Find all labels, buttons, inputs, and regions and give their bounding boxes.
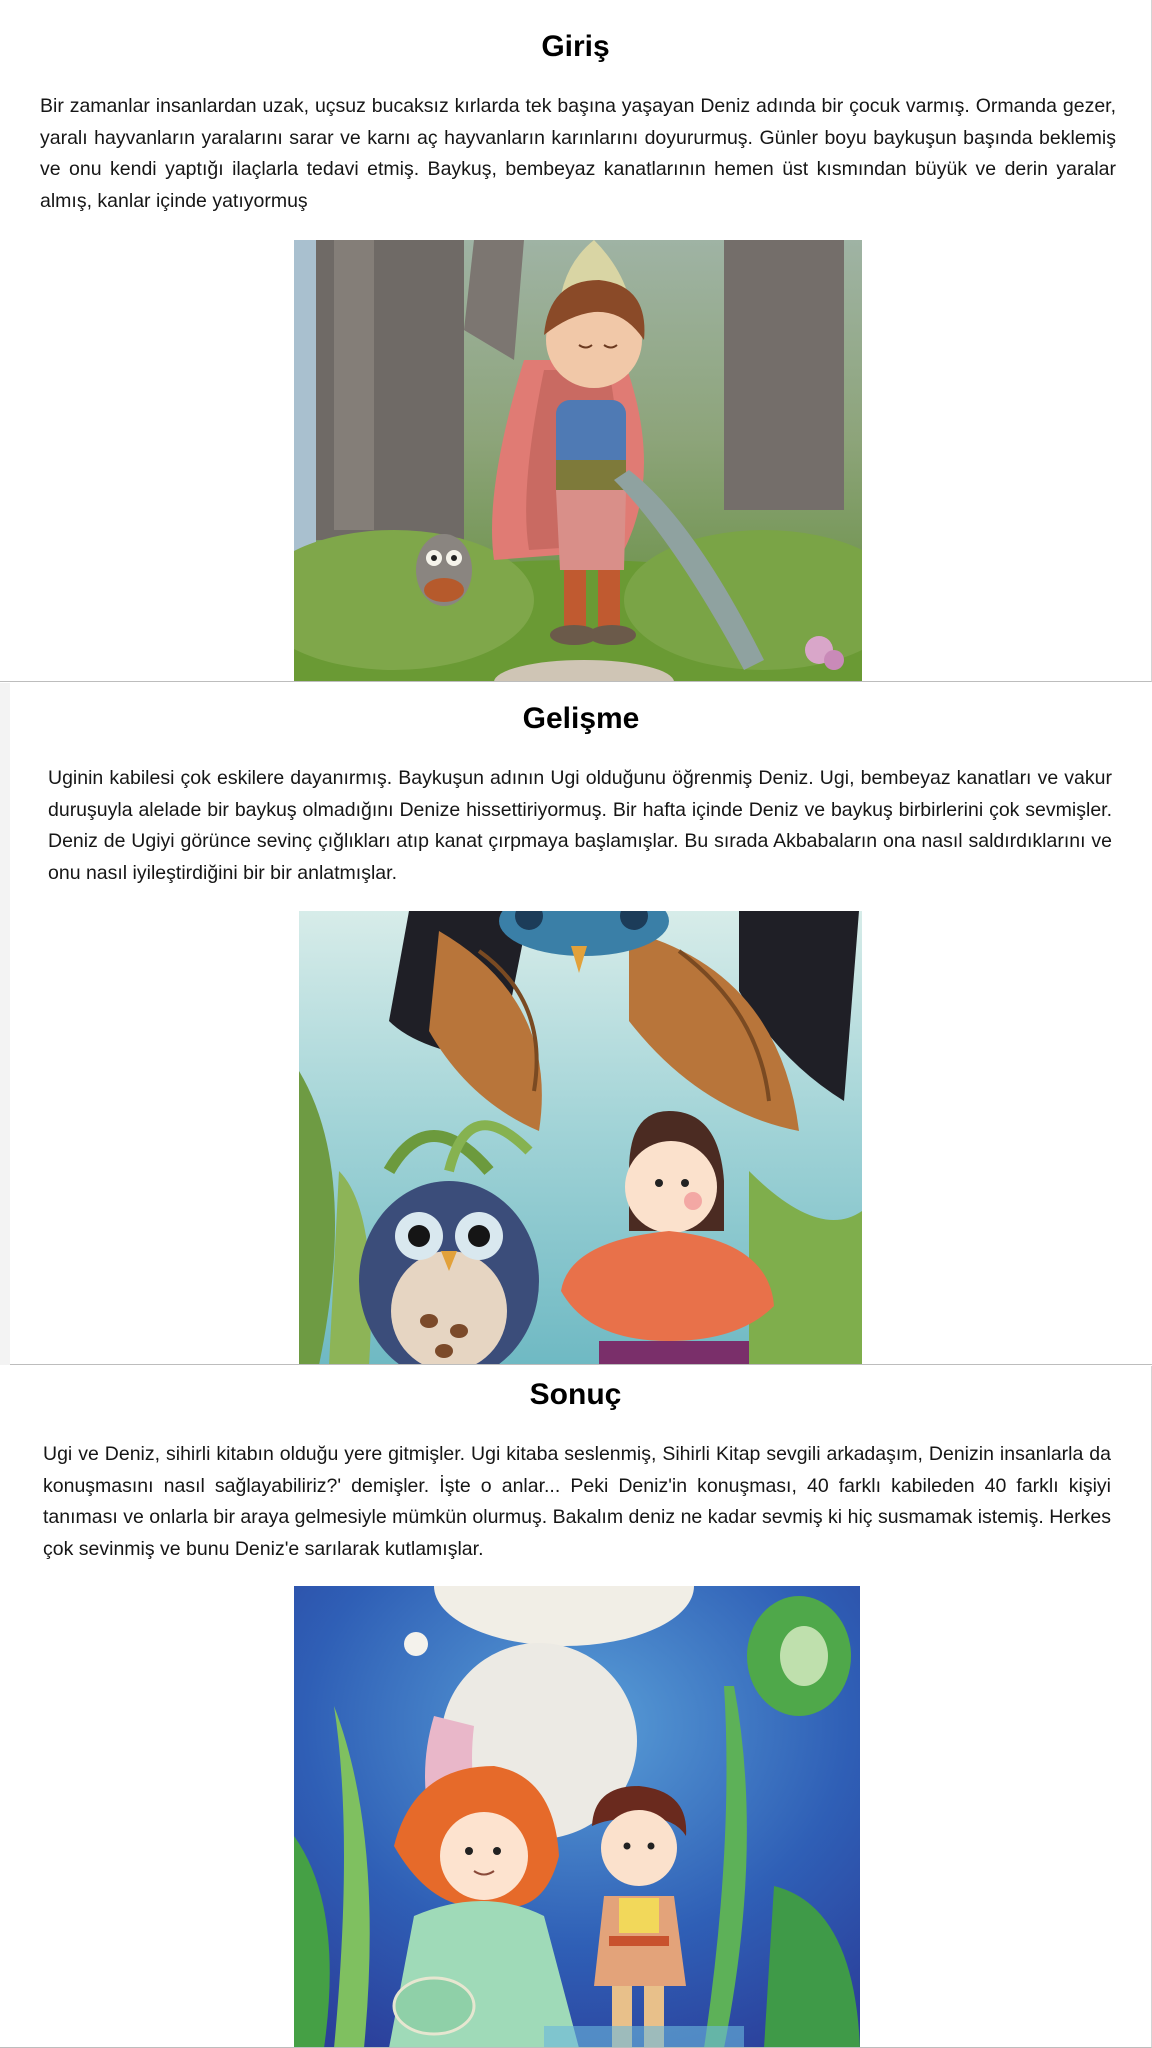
illustration-owls-and-child	[299, 911, 862, 1364]
story-paragraph: Ugi ve Deniz, sihirli kitabın olduğu yer…	[43, 1443, 1111, 1560]
section-title: Giriş	[541, 30, 610, 63]
illustration-boy-with-owl	[294, 240, 862, 681]
illustration-two-children-moon	[294, 1586, 860, 2047]
story-paragraph: Bir zamanlar insanlardan uzak, uçsuz buc…	[40, 95, 1116, 212]
section-giris: Giriş Bir zamanlar insanlardan uzak, uçs…	[0, 0, 1152, 682]
story-paragraph: Uginin kabilesi çok eskilere dayanırmış.…	[48, 767, 1112, 884]
section-title: Gelişme	[522, 702, 640, 735]
section-gelisme: Gelişme Uginin kabilesi çok eskilere day…	[10, 683, 1152, 1365]
left-gutter	[0, 683, 10, 1365]
section-title: Sonuç	[529, 1378, 622, 1411]
section-sonuc: Sonuç Ugi ve Deniz, sihirli kitabın oldu…	[0, 1366, 1152, 2048]
